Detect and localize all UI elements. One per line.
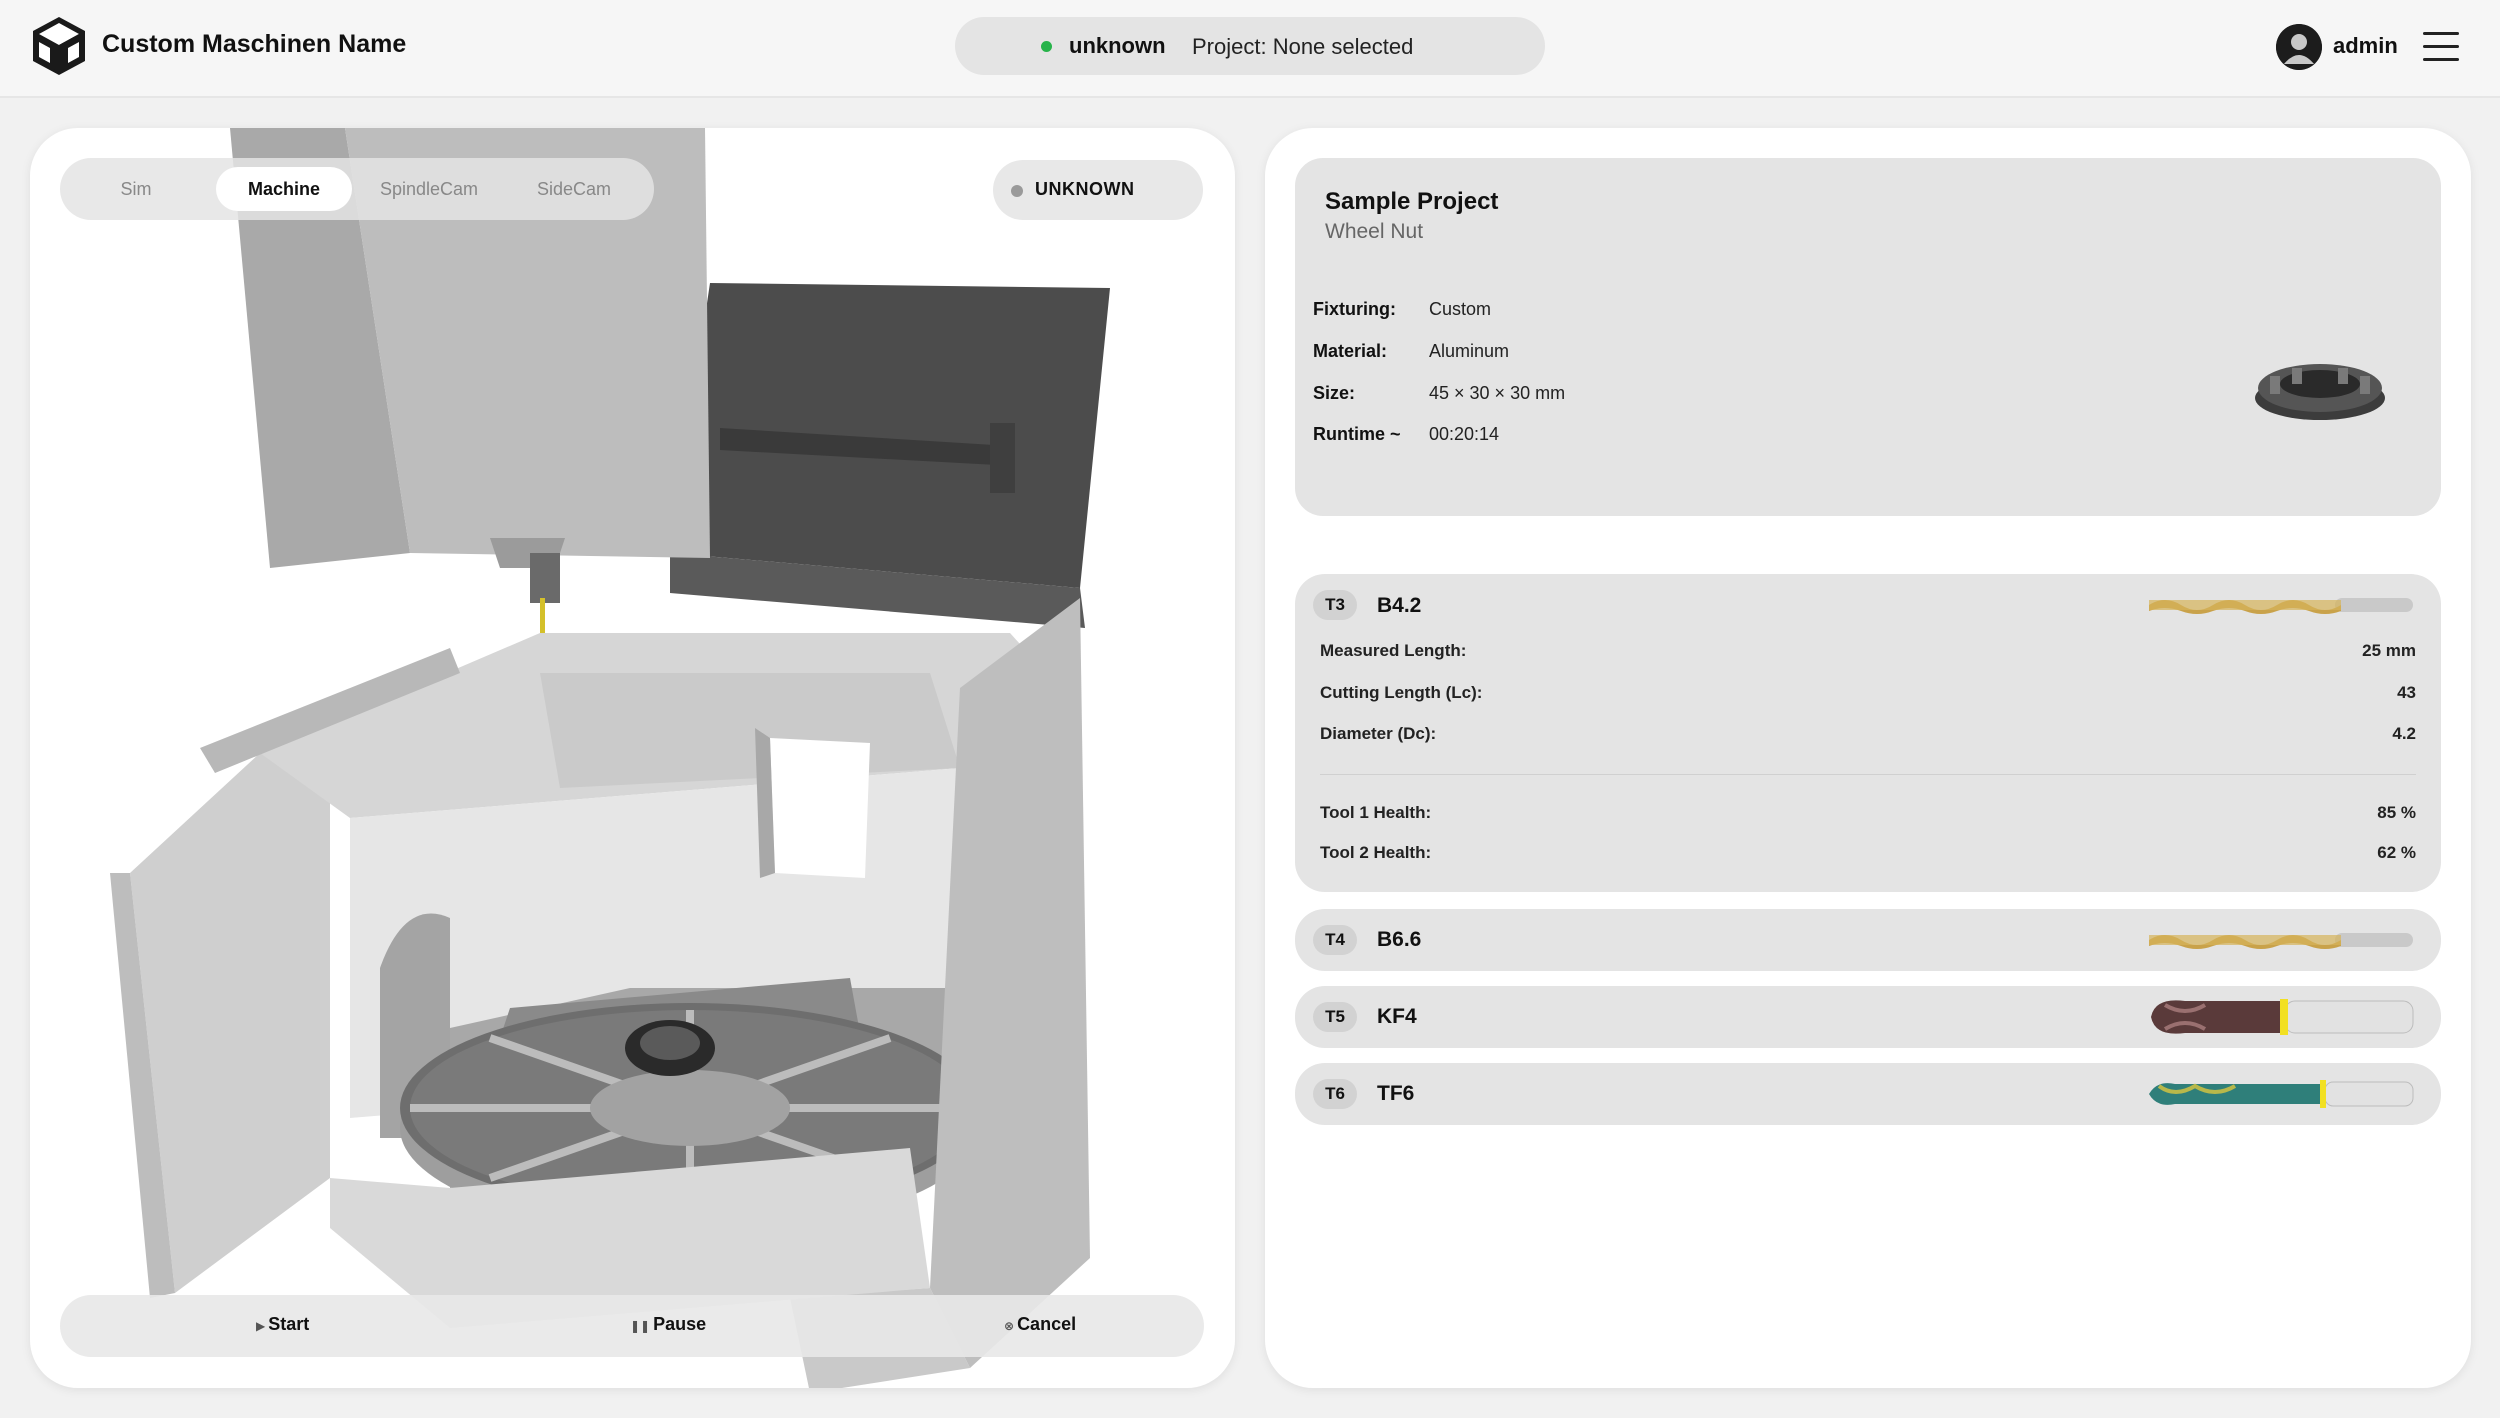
end-mill-image <box>2151 999 2414 1035</box>
start-button[interactable]: ▶ Start <box>256 1314 309 1335</box>
tool-name: B6.6 <box>1377 928 1422 951</box>
selected-project-text: Project: None selected <box>1192 34 1414 59</box>
user-avatar-icon[interactable] <box>2276 24 2322 70</box>
tab-machine[interactable]: Machine <box>216 167 352 211</box>
tool-card-t4[interactable]: T4 B6.6 <box>1295 909 2441 971</box>
tool-spec-label: Diameter (Dc): <box>1320 724 1437 743</box>
tab-spindlecam[interactable]: SpindleCam <box>362 167 496 211</box>
machine-status-pill[interactable]: unknown Project: None selected <box>955 17 1545 75</box>
play-icon: ▶ <box>256 1319 266 1333</box>
tool-id-badge: T6 <box>1313 1079 1357 1109</box>
project-panel: Sample Project Wheel Nut Fixturing: Cust… <box>1265 128 2471 1388</box>
top-header: Custom Maschinen Name unknown Project: N… <box>0 0 2500 98</box>
project-title: Sample Project <box>1325 188 1499 215</box>
tool-card-t5[interactable]: T5 KF4 <box>1295 986 2441 1048</box>
detail-value: Aluminum <box>1429 341 1510 361</box>
drill-bit-image <box>2149 598 2413 614</box>
tool-spec-label: Cutting Length (Lc): <box>1320 683 1483 702</box>
cancel-icon: ⊗ <box>1004 1319 1015 1333</box>
section-divider <box>1320 774 2416 775</box>
project-subtitle: Wheel Nut <box>1325 220 1424 243</box>
tool-spec-value: 4.2 <box>2392 724 2416 743</box>
pause-button[interactable]: ❚❚ Pause <box>630 1314 706 1335</box>
tab-sidecam[interactable]: SideCam <box>506 167 642 211</box>
project-info-card: Sample Project Wheel Nut Fixturing: Cust… <box>1295 158 2441 516</box>
tool-spec-value: 43 <box>2397 683 2416 702</box>
start-label: Start <box>268 1314 310 1334</box>
drill-bit-image <box>2149 933 2413 949</box>
pause-icon: ❚❚ <box>630 1319 651 1333</box>
tool-name: B4.2 <box>1377 594 1422 617</box>
tool-health-value: 62 % <box>2377 843 2416 862</box>
cancel-label: Cancel <box>1017 1314 1077 1334</box>
status-indicator-dot <box>1041 41 1052 52</box>
detail-label: Material: <box>1313 341 1388 361</box>
tool-card-t3[interactable]: T3 B4.2 Measured Length: 25 mm Cutting L… <box>1295 574 2441 892</box>
thread-mill-image <box>2149 1080 2414 1108</box>
tool-health-label: Tool 1 Health: <box>1320 803 1432 822</box>
tool-id-badge: T4 <box>1313 925 1357 955</box>
tool-health-label: Tool 2 Health: <box>1320 843 1432 862</box>
detail-label: Runtime ~ <box>1313 424 1401 444</box>
tool-id-badge: T5 <box>1313 1002 1357 1032</box>
part-preview-image <box>2255 364 2385 420</box>
tool-name: KF4 <box>1377 1005 1417 1028</box>
tool-id-badge: T3 <box>1313 590 1357 620</box>
detail-label: Fixturing: <box>1313 299 1396 319</box>
machine-3d-view[interactable] <box>30 128 1235 1388</box>
tab-sim[interactable]: Sim <box>74 167 198 211</box>
app-title: Custom Maschinen Name <box>102 30 407 58</box>
detail-value: 00:20:14 <box>1429 424 1500 444</box>
machine-status-text: unknown <box>1069 33 1166 58</box>
tool-card-t6[interactable]: T6 TF6 <box>1295 1063 2441 1125</box>
machine-viewer-panel: Sim Machine SpindleCam SideCam UNKNOWN ▶… <box>30 128 1235 1388</box>
cancel-button[interactable]: ⊗ Cancel <box>1004 1314 1076 1335</box>
detail-value: 45 × 30 × 30 mm <box>1429 383 1566 403</box>
view-tab-bar: Sim Machine SpindleCam SideCam <box>60 158 654 220</box>
tool-spec-label: Measured Length: <box>1320 641 1467 660</box>
hamburger-menu-icon[interactable] <box>2423 32 2459 62</box>
cube-logo-icon[interactable] <box>30 15 88 77</box>
tool-name: TF6 <box>1377 1082 1415 1105</box>
machine-state-dot <box>1011 185 1023 197</box>
machine-state-badge: UNKNOWN <box>993 160 1203 220</box>
detail-label: Size: <box>1313 383 1356 403</box>
tool-health-value: 85 % <box>2377 803 2416 822</box>
user-name[interactable]: admin <box>2333 33 2398 59</box>
detail-value: Custom <box>1429 299 1492 319</box>
machine-state-text: UNKNOWN <box>1035 179 1135 199</box>
job-control-bar: ▶ Start ❚❚ Pause ⊗ Cancel <box>60 1295 1204 1357</box>
pause-label: Pause <box>653 1314 707 1334</box>
tool-spec-value: 25 mm <box>2362 641 2416 660</box>
